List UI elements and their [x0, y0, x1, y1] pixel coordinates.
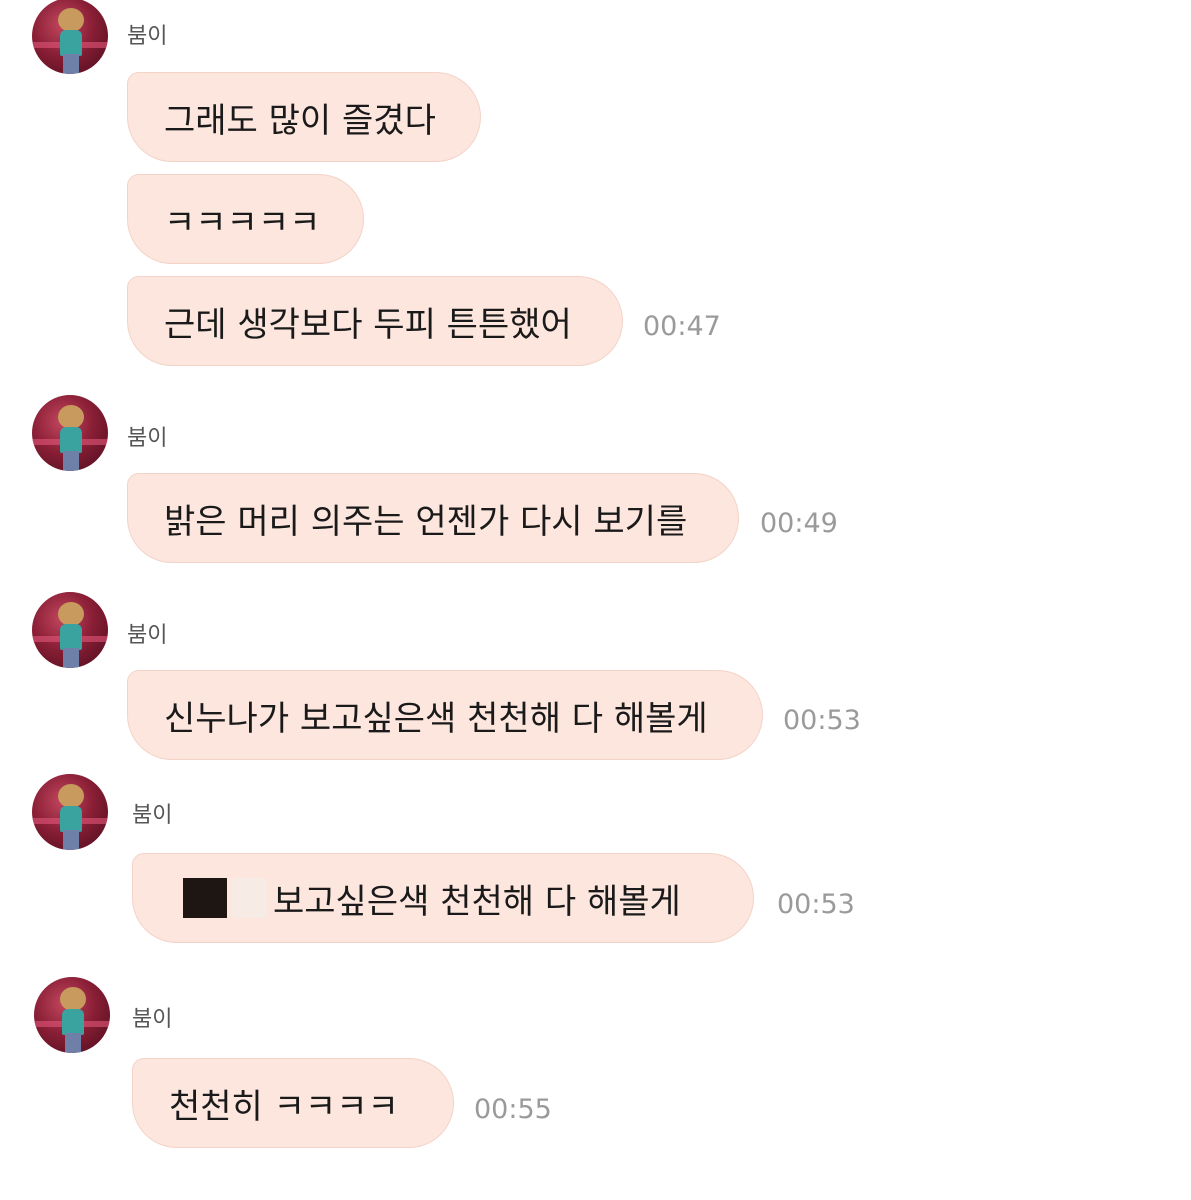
message-timestamp: 00:55 — [474, 1094, 552, 1125]
redaction-mark — [183, 878, 227, 918]
message-text: 근데 생각보다 두피 튼튼했어 — [164, 304, 572, 345]
message-bubble[interactable]: 근데 생각보다 두피 튼튼했어 — [127, 276, 623, 366]
message-bubble[interactable]: ㅋㅋㅋㅋㅋ — [127, 174, 364, 264]
sender-name: 붐이 — [127, 426, 168, 451]
sender-avatar[interactable] — [34, 977, 110, 1053]
message-text: ㅋㅋㅋㅋㅋ — [164, 202, 321, 243]
message-bubble[interactable]: 보고싶은색 천천해 다 해볼게 — [132, 853, 754, 943]
sender-avatar[interactable] — [32, 395, 108, 471]
message-text: 신누나가 보고싶은색 천천해 다 해볼게 — [164, 698, 708, 739]
sender-avatar[interactable] — [32, 0, 108, 74]
message-text: 밝은 머리 의주는 언젠가 다시 보기를 — [164, 501, 688, 542]
chat-thread: 붐이 그래도 많이 즐겼다 ㅋㅋㅋㅋㅋ 근데 생각보다 두피 튼튼했어 00:4… — [0, 0, 1191, 1200]
sender-name: 붐이 — [127, 623, 168, 648]
sender-avatar[interactable] — [32, 774, 108, 850]
message-text: 보고싶은색 천천해 다 해볼게 — [273, 881, 681, 922]
redaction-smudge — [231, 878, 267, 918]
message-text: 천천히 ㅋㅋㅋㅋ — [169, 1086, 399, 1127]
message-timestamp: 00:47 — [643, 311, 721, 342]
sender-name: 붐이 — [132, 803, 173, 828]
message-timestamp: 00:53 — [783, 705, 861, 736]
message-timestamp: 00:49 — [760, 508, 838, 539]
message-bubble[interactable]: 밝은 머리 의주는 언젠가 다시 보기를 — [127, 473, 739, 563]
sender-avatar[interactable] — [32, 592, 108, 668]
message-timestamp: 00:53 — [777, 889, 855, 920]
message-bubble[interactable]: 신누나가 보고싶은색 천천해 다 해볼게 — [127, 670, 763, 760]
sender-name: 붐이 — [132, 1007, 173, 1032]
message-text: 그래도 많이 즐겼다 — [164, 100, 436, 141]
message-bubble[interactable]: 그래도 많이 즐겼다 — [127, 72, 481, 162]
message-bubble[interactable]: 천천히 ㅋㅋㅋㅋ — [132, 1058, 454, 1148]
sender-name: 붐이 — [127, 24, 168, 49]
